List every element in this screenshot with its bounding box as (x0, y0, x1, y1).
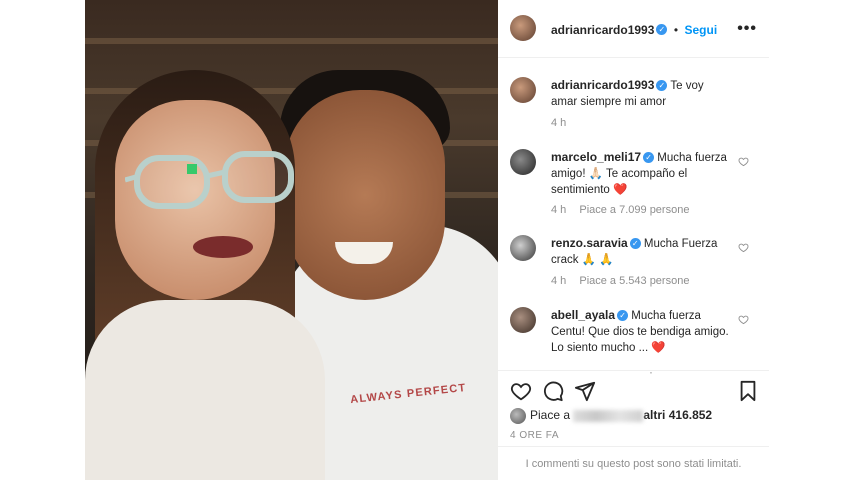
ceiling-beam (85, 38, 498, 44)
man-face (285, 90, 445, 300)
comment-text-block: marcelo_meli17 ✓ Mucha fuerza amigo! 🙏🏻 T… (551, 149, 731, 198)
avatar (510, 408, 526, 424)
woman-lips (193, 236, 253, 258)
caption-meta: 4 h (551, 117, 576, 129)
caption-time: 4 h (551, 117, 567, 129)
likes-prefix: Piace a (530, 408, 571, 423)
likes-summary[interactable]: Piace a altri 416.852 (510, 408, 712, 424)
heart-icon[interactable] (738, 156, 749, 167)
post-timestamp: 4 ORE FA (510, 430, 560, 441)
blurred-username (573, 410, 644, 422)
verified-icon: ✓ (643, 152, 655, 164)
comment-likes[interactable]: Piace a 7.099 persone (579, 204, 689, 216)
woman-shirt (85, 300, 325, 480)
verified-icon: ✓ (656, 24, 668, 36)
avatar[interactable] (510, 149, 536, 175)
share-paper-plane-icon[interactable] (574, 380, 596, 402)
comment-bubble-icon[interactable] (542, 380, 564, 402)
separator-dot: • (673, 23, 679, 37)
header-user: adrianricardo1993 ✓ • Segui (551, 21, 717, 39)
verified-icon: ✓ (656, 80, 668, 92)
heart-icon[interactable] (738, 242, 749, 253)
comment-username[interactable]: abell_ayala (551, 308, 615, 322)
comments-panel: adrianricardo1993 ✓ • Segui ••• adrianric… (498, 0, 769, 480)
comments-limited-notice: I commenti su questo post sono stati lim… (498, 446, 769, 481)
likes-count: altri 416.852 (643, 408, 713, 423)
post-modal: ALWAYS PERFECT adrianricardo1993 ✓ • Segu… (85, 0, 769, 480)
follow-button[interactable]: Segui (685, 23, 718, 37)
like-heart-icon[interactable] (510, 380, 532, 402)
avatar[interactable] (510, 77, 536, 103)
avatar[interactable] (510, 15, 536, 41)
avatar[interactable] (510, 307, 536, 333)
verified-icon: ✓ (617, 310, 629, 322)
comment-time: 4 h (551, 275, 567, 287)
post-photo[interactable]: ALWAYS PERFECT (85, 0, 498, 480)
more-icon[interactable]: ••• (737, 20, 757, 38)
heart-icon[interactable] (738, 314, 749, 325)
comment-text-block: renzo.saravia ✓ Mucha Fuerza crack 🙏 🙏 (551, 235, 731, 268)
post-header: adrianricardo1993 ✓ • Segui ••• (498, 0, 769, 58)
verified-icon: ✓ (629, 238, 641, 250)
caption-username[interactable]: adrianricardo1993 (551, 78, 654, 92)
comment-meta: 4 h Piace a 5.543 persone (551, 275, 699, 287)
glasses-icon (125, 151, 294, 209)
header-username[interactable]: adrianricardo1993 (551, 23, 654, 37)
comment-username[interactable]: renzo.saravia (551, 236, 628, 250)
bookmark-icon[interactable] (737, 380, 759, 402)
action-bar (498, 370, 769, 411)
comment-username[interactable]: marcelo_meli17 (551, 150, 641, 164)
comment-meta: 4 h Piace a 7.099 persone (551, 204, 699, 216)
avatar[interactable] (510, 235, 536, 261)
comment-text-block: abell_ayala ✓ Mucha fuerza Centu! Que dio… (551, 307, 731, 356)
comment-likes[interactable]: Piace a 5.543 persone (579, 275, 689, 287)
caption-text-block: adrianricardo1993 ✓ Te voy amar siempre m… (551, 77, 731, 110)
comment-time: 4 h (551, 204, 567, 216)
